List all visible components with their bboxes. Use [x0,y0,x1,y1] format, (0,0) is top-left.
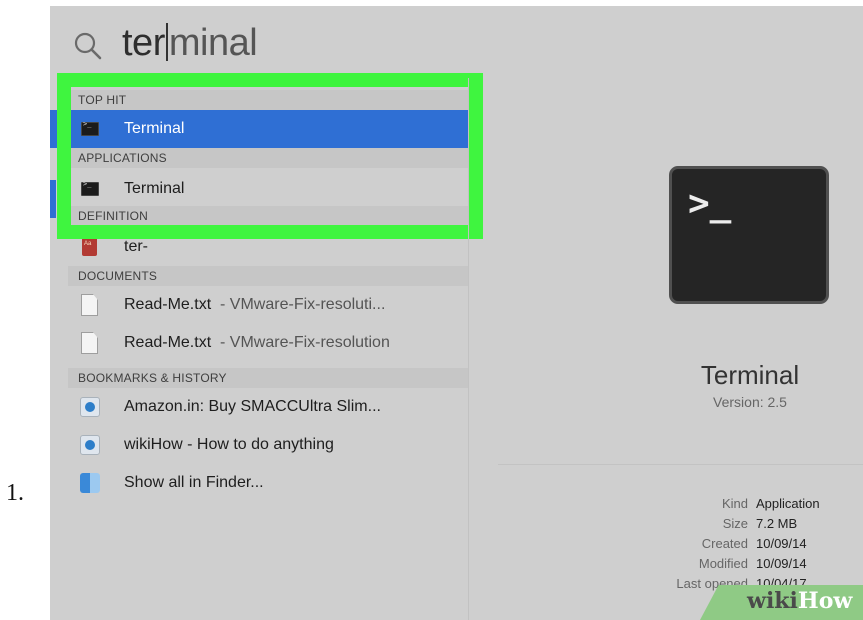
meta-value: 10/09/14 [756,536,807,551]
preview-app-version: Version: 2.5 [713,394,787,410]
meta-key: Kind [721,496,748,511]
document-folder: - VMware-Fix-resoluti... [220,296,386,313]
search-bar[interactable]: ter minal [50,6,863,78]
result-application-terminal[interactable]: Terminal [50,170,468,208]
section-header-bookmarks: BOOKMARKS & HISTORY [68,368,468,388]
meta-kind: Kind Application [628,494,863,514]
section-header-documents: DOCUMENTS [68,266,468,286]
webpage-icon [80,397,100,417]
watermark-how: How [797,588,853,614]
text-document-icon [81,332,98,354]
magnifier-icon [74,32,102,60]
wikihow-watermark: wikiHow [747,588,852,614]
watermark-wiki: wiki [747,588,798,614]
meta-key: Size [722,516,748,531]
text-document-icon [81,294,98,316]
preview-metadata: Kind Application Size 7.2 MB Created 10/09/… [628,494,863,594]
result-bookmark[interactable]: wikiHow - How to do anything [50,426,468,464]
search-typed-text: ter [122,22,165,64]
result-label: Show all in Finder... [124,474,264,491]
meta-value: 10/09/14 [756,556,807,571]
preview-divider [468,78,469,620]
terminal-app-icon[interactable]: >_ [669,166,829,304]
result-label: Terminal [124,180,185,197]
section-header-top-hit: TOP HIT [68,90,468,110]
terminal-icon [81,180,99,196]
result-document[interactable]: Read-Me.txt - VMware-Fix-resoluti... [50,286,468,324]
spotlight-window: terminal TOP HIT Terminal APPLICATIONS T… [50,6,863,620]
result-label: ter- [124,238,148,255]
webpage-icon [80,435,100,455]
meta-modified: Modified 10/09/14 [628,554,863,574]
meta-value: 7.2 MB [756,516,798,531]
finder-icon [80,473,100,493]
result-label: Read-Me.txt - VMware-Fix-resoluti... [124,286,385,324]
meta-size: Size 7.2 MB [628,514,863,534]
document-folder: - VMware-Fix-resolution [220,334,390,351]
terminal-prompt-glyph: >_ [688,183,732,224]
result-top-hit-terminal[interactable]: Terminal [50,110,468,148]
text-cursor [165,23,168,61]
search-autocomplete-text: minal [168,22,258,64]
show-all-in-finder[interactable]: Show all in Finder... [50,464,468,502]
preview-app-name: Terminal [700,360,800,390]
section-header-applications: APPLICATIONS [68,148,468,168]
result-definition[interactable]: ter- [50,228,468,266]
result-label: Terminal [124,120,185,137]
result-label: Amazon.in: Buy SMACCUltra Slim... [124,398,381,415]
result-label: wikiHow - How to do anything [124,436,334,453]
terminal-icon [81,120,99,136]
search-input[interactable]: ter minal [122,22,258,65]
preview-pane: >_ Terminal Version: 2.5 Kind Application… [468,78,863,620]
result-label: Read-Me.txt - VMware-Fix-resolution [124,324,390,362]
preview-separator [498,464,863,465]
result-bookmark[interactable]: Amazon.in: Buy SMACCUltra Slim... [50,388,468,426]
meta-created: Created 10/09/14 [628,534,863,554]
meta-key: Created [701,536,748,551]
document-name: Read-Me.txt [124,296,212,313]
document-name: Read-Me.txt [124,334,212,351]
result-document[interactable]: Read-Me.txt - VMware-Fix-resolution [50,324,468,362]
meta-value: Application [756,496,820,511]
dictionary-icon [82,237,97,256]
step-number: 1. [6,480,24,506]
section-header-definition: DEFINITION [68,206,468,226]
meta-key: Modified [698,556,748,571]
results-list: TOP HIT Terminal APPLICATIONS Terminal D… [50,78,468,620]
